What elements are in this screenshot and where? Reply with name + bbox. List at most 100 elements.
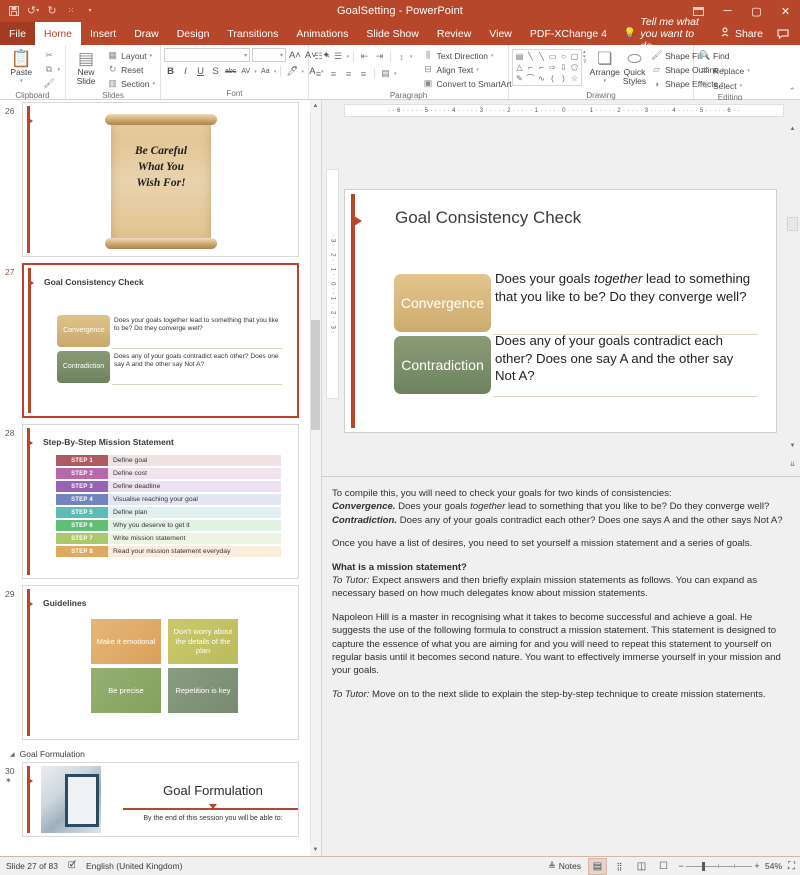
comment-icon[interactable] (770, 29, 796, 39)
tab-home[interactable]: Home (34, 22, 81, 45)
thumbnail-slide-27[interactable]: Goal Consistency Check Convergence Does … (22, 263, 299, 418)
section-header-goal-formulation[interactable]: ◢ Goal Formulation (0, 746, 321, 762)
shape-arrow-icon[interactable]: ╲ (536, 51, 547, 62)
cut-button[interactable]: ✂ (41, 49, 62, 62)
shape-right-arrow-icon[interactable]: ⇨ (547, 62, 558, 73)
tab-pdf-xchange[interactable]: PDF-XChange 4 (521, 22, 616, 45)
start-slideshow-icon[interactable]: ⁙ (62, 2, 80, 20)
tell-me-search[interactable]: 💡 Tell me what you want to do (616, 16, 714, 52)
font-size-combo[interactable]: ▾ (252, 48, 286, 62)
thumbnail-slide-30[interactable]: MISSION Goal Formulation By the end of t… (22, 762, 299, 837)
tab-view[interactable]: View (480, 22, 521, 45)
next-slide-icon[interactable]: ⇊ (787, 458, 798, 470)
shape-freeform-icon[interactable]: ✎ (514, 73, 525, 84)
slide-indicator[interactable]: Slide 27 of 83 (6, 861, 58, 871)
more-shapes-icon[interactable]: ⊽ (583, 60, 587, 65)
new-slide-button[interactable]: ▤ New Slide (69, 48, 103, 86)
chevron-down-icon[interactable]: ▾ (604, 78, 607, 84)
align-text-button[interactable]: ⊟ Align Text ▾ (421, 63, 520, 76)
numbering-icon[interactable]: ☰ (332, 50, 345, 63)
undo-icon[interactable]: ↺ ▾ (24, 2, 42, 20)
collapse-ribbon-icon[interactable]: ⌃ (788, 86, 796, 97)
tab-animations[interactable]: Animations (287, 22, 357, 45)
tab-design[interactable]: Design (168, 22, 219, 45)
italic-button[interactable]: I (179, 65, 192, 78)
slide-show-button[interactable]: ☐ (654, 858, 673, 875)
increase-font-size-button[interactable]: A˄ (288, 49, 302, 62)
zoom-track[interactable] (685, 865, 752, 867)
shape-right-brace-icon[interactable]: ) (558, 73, 569, 84)
slide-sorter-button[interactable]: ⣿ (610, 858, 629, 875)
character-spacing-button[interactable]: AV (239, 65, 252, 78)
zoom-level[interactable]: 54% (765, 861, 782, 871)
tab-transitions[interactable]: Transitions (218, 22, 287, 45)
thumbnail-slide-28[interactable]: Step-By-Step Mission Statement STEP 1 De… (22, 424, 299, 579)
line-spacing-icon[interactable]: ↕ (395, 50, 408, 63)
chevron-down-icon[interactable]: ▾ (150, 53, 153, 59)
redo-icon[interactable]: ↻ (43, 2, 61, 20)
zoom-slider[interactable]: − + (676, 858, 762, 875)
normal-view-button[interactable]: ▤ (587, 857, 607, 875)
shape-star-icon[interactable]: ☆ (569, 73, 580, 84)
scrollbar-thumb[interactable] (787, 217, 798, 231)
chevron-down-icon[interactable]: ▾ (152, 81, 155, 87)
shape-rectangle-icon[interactable]: ▭ (547, 51, 558, 62)
shape-line-icon[interactable]: ╲ (525, 51, 536, 62)
quick-styles-button[interactable]: ⬭ Quick Styles (623, 48, 646, 86)
scroll-up-icon[interactable]: ▲ (310, 100, 321, 112)
decrease-indent-icon[interactable]: ⇤ (358, 50, 371, 63)
language-indicator[interactable]: English (United Kingdom) (86, 861, 182, 871)
text-direction-button[interactable]: ⫼ Text Direction ▾ (421, 49, 520, 62)
replace-button[interactable]: ⇄ Replace ▾ (697, 64, 752, 77)
thumbnail-item-28[interactable]: 28 Step-By-Step Mission Statement STEP 1… (0, 424, 321, 585)
find-button[interactable]: 🔍 Find (697, 49, 752, 62)
scroll-down-icon[interactable]: ▼ (310, 844, 321, 856)
triangle-collapse-icon[interactable]: ◢ (10, 751, 15, 758)
strikethrough-button[interactable]: abc (224, 65, 237, 78)
convert-smartart-button[interactable]: ▣Convert to SmartArt▾ (421, 77, 520, 90)
shape-elbow2-icon[interactable]: ⌐ (536, 62, 547, 73)
zoom-out-button[interactable]: − (676, 861, 686, 871)
bold-button[interactable]: B (164, 65, 177, 78)
slide-edit-area[interactable]: · 3 · · 2 · · 1 · · 0 · · 1 · · 2 · · 3 … (322, 117, 800, 476)
slide-contradiction-box[interactable]: Contradiction (394, 336, 491, 394)
columns-icon[interactable]: ▤ (379, 67, 392, 80)
reading-view-button[interactable]: ◫ (632, 858, 651, 875)
layout-button[interactable]: ▦ Layout ▾ (105, 49, 157, 62)
align-center-icon[interactable]: ≡ (327, 67, 340, 80)
spellcheck-icon[interactable]: 🗹 (68, 858, 76, 874)
fit-to-window-icon[interactable]: ⛶ (785, 861, 795, 872)
tab-review[interactable]: Review (428, 22, 480, 45)
zoom-in-button[interactable]: + (752, 861, 762, 871)
paste-button[interactable]: 📋 Paste ▾ (3, 48, 39, 84)
section-button[interactable]: ▥ Section ▾ (105, 77, 157, 90)
align-left-icon[interactable]: ≡ (312, 67, 325, 80)
shape-left-brace-icon[interactable]: ( (547, 73, 558, 84)
increase-indent-icon[interactable]: ⇥ (373, 50, 386, 63)
scrollbar-thumb[interactable] (311, 320, 320, 430)
chevron-down-icon[interactable]: ▾ (57, 67, 60, 73)
customize-qat-icon[interactable]: ▾ (81, 2, 99, 20)
shape-arc-icon[interactable]: ⌒ (525, 73, 536, 84)
shape-pentagon-icon[interactable]: ⬠ (569, 62, 580, 73)
chevron-down-icon[interactable]: ▾ (20, 78, 23, 84)
maximize-button[interactable]: ▢ (742, 0, 771, 22)
share-button[interactable]: Share (714, 22, 770, 45)
thumbnail-scrollbar[interactable]: ▲ ▼ (310, 100, 321, 856)
align-right-icon[interactable]: ≡ (342, 67, 355, 80)
notes-panel[interactable]: To compile this, you will need to check … (322, 476, 800, 856)
justify-icon[interactable]: ≡ (357, 67, 370, 80)
shape-curve-icon[interactable]: ∿ (536, 73, 547, 84)
bullets-icon[interactable]: ☷ (312, 50, 325, 63)
shape-triangle-icon[interactable]: △ (514, 62, 525, 73)
thumbnail-item-26[interactable]: 26 Be Careful What You Wish For! (0, 102, 321, 263)
shapes-gallery[interactable]: ▤ ╲ ╲ ▭ ○ ▢ △ ⌐ ⌐ ⇨ ⇩ ⬠ ✎ ⌒ ∿ ( ) ☆ (512, 49, 582, 86)
arrange-button[interactable]: ❏ Arrange ▾ (590, 48, 620, 84)
current-slide[interactable]: Goal Consistency Check Convergence Does … (344, 189, 777, 433)
format-painter-button[interactable]: 🖌 (41, 77, 62, 90)
select-button[interactable]: ↰ Select ▾ (697, 79, 752, 92)
notes-toggle-button[interactable]: ≜ Notes (544, 858, 585, 875)
tab-draw[interactable]: Draw (125, 22, 168, 45)
shape-oval-icon[interactable]: ○ (558, 51, 569, 62)
thumbnail-item-29[interactable]: 29 Guidelines Make it emotional Don’t wo… (0, 585, 321, 746)
